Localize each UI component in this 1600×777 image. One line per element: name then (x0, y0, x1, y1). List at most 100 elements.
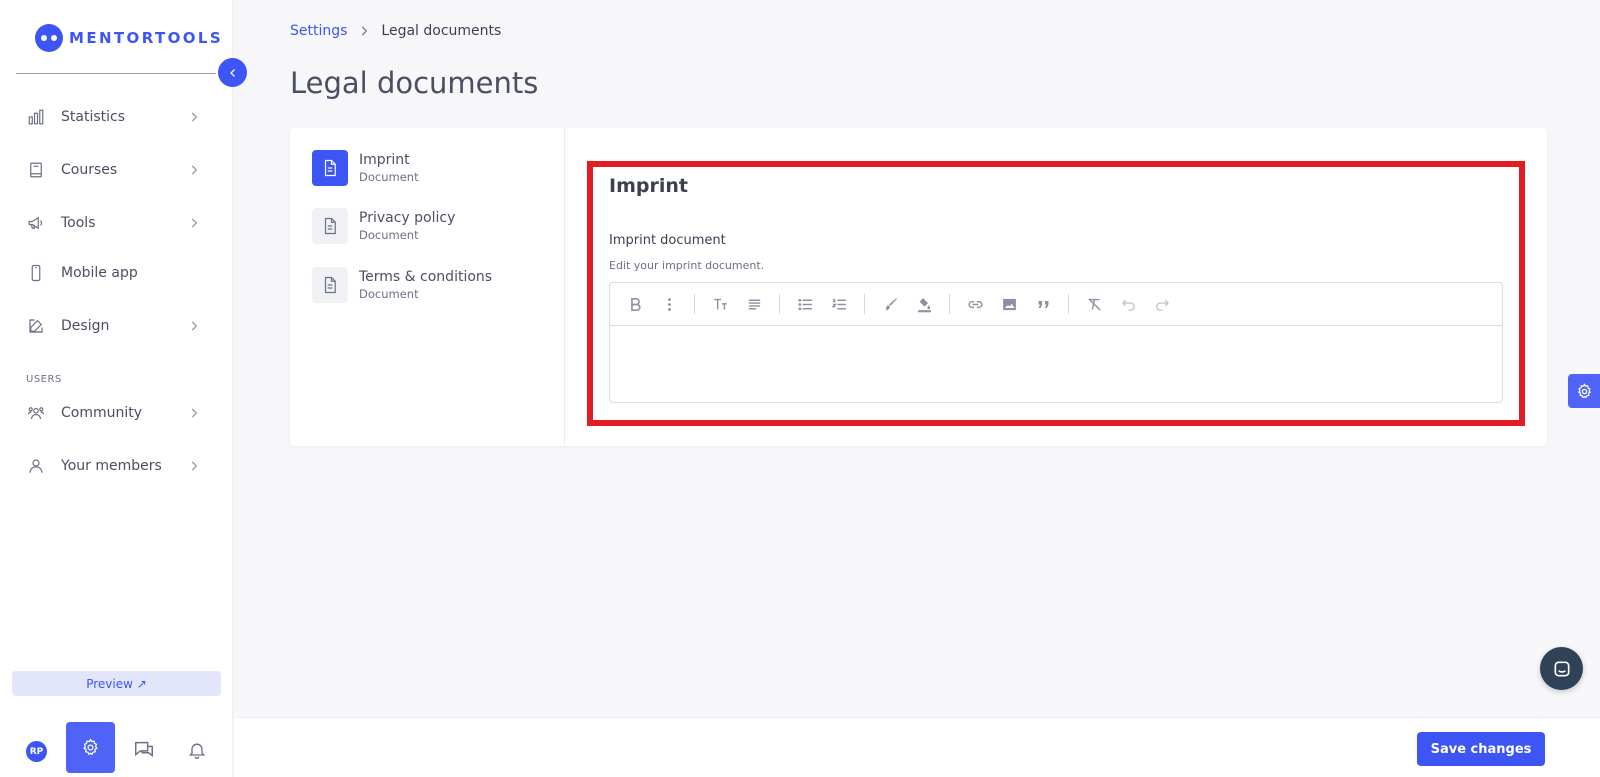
bar-chart-icon (26, 107, 46, 127)
document-name: Privacy policy (359, 210, 456, 226)
logo-mark-icon (35, 24, 63, 52)
document-item-terms-conditions[interactable]: Terms & conditions Document (312, 265, 552, 305)
sidebar-item-courses[interactable]: Courses (0, 150, 233, 190)
logo-divider (16, 73, 216, 74)
sidebar: MENTORTOOLS Statistics Courses Tools Mob… (0, 0, 233, 777)
sidebar-item-tools[interactable]: Tools (0, 203, 233, 243)
editor-title: Imprint (609, 175, 688, 197)
toolbar-divider (779, 294, 780, 314)
document-icon (312, 150, 348, 186)
breadcrumb-settings[interactable]: Settings (290, 23, 347, 39)
numbered-list-button[interactable] (826, 291, 852, 317)
people-icon (26, 403, 46, 423)
bullet-list-icon (797, 298, 812, 310)
book-icon (26, 160, 46, 180)
editor-toolbar (610, 283, 1502, 326)
sidebar-bottom-bar: RP (0, 722, 233, 777)
more-options-button[interactable] (656, 291, 682, 317)
sidebar-item-label: Mobile app (61, 265, 138, 281)
preview-button[interactable]: Preview ↗ (12, 671, 221, 696)
document-list: Imprint Document Privacy policy Document… (290, 128, 565, 446)
brush-icon (885, 297, 897, 310)
quote-button[interactable] (1030, 291, 1056, 317)
document-item-privacy-policy[interactable]: Privacy policy Document (312, 206, 552, 246)
field-help-text: Edit your imprint document. (609, 259, 765, 272)
image-button[interactable] (996, 291, 1022, 317)
undo-button[interactable] (1115, 291, 1141, 317)
phone-icon (26, 263, 46, 283)
redo-button[interactable] (1149, 291, 1175, 317)
breadcrumb-current: Legal documents (381, 23, 502, 39)
gear-icon (83, 738, 98, 756)
fill-color-icon (917, 297, 931, 312)
image-icon (1002, 298, 1016, 310)
sidebar-item-community[interactable]: Community (0, 393, 233, 433)
clear-format-button[interactable] (1081, 291, 1107, 317)
bullet-list-button[interactable] (792, 291, 818, 317)
toolbar-divider (949, 294, 950, 314)
support-chat-button[interactable] (1540, 647, 1583, 690)
collapse-sidebar-button[interactable] (218, 58, 247, 87)
document-type: Document (359, 170, 419, 184)
redo-icon (1155, 299, 1169, 311)
chevron-right-icon (191, 165, 198, 175)
chevron-left-icon (229, 68, 235, 77)
megaphone-icon (26, 213, 46, 233)
sidebar-item-label: Community (61, 405, 143, 421)
document-name: Terms & conditions (359, 269, 493, 285)
toolbar-divider (1068, 294, 1069, 314)
brush-button[interactable] (877, 291, 903, 317)
chat-bubble-icon (1554, 661, 1569, 676)
fill-color-button[interactable] (911, 291, 937, 317)
bold-button[interactable] (622, 291, 648, 317)
document-icon (312, 267, 348, 303)
toolbar-divider (864, 294, 865, 314)
save-changes-button[interactable]: Save changes (1417, 732, 1545, 766)
document-type: Document (359, 228, 419, 242)
align-icon (748, 299, 760, 309)
document-item-imprint[interactable]: Imprint Document (312, 148, 552, 188)
undo-icon (1121, 299, 1135, 311)
sidebar-item-label: Tools (61, 215, 96, 231)
gear-icon (1577, 382, 1591, 398)
font-size-button[interactable] (707, 291, 733, 317)
chevron-right-icon (191, 321, 198, 331)
chevron-right-icon (191, 408, 198, 418)
sidebar-item-design[interactable]: Design (0, 306, 233, 346)
align-button[interactable] (741, 291, 767, 317)
section-label-users: USERS (26, 374, 62, 385)
document-icon (312, 208, 348, 244)
link-button[interactable] (962, 291, 988, 317)
sidebar-item-mobile-app[interactable]: Mobile app (0, 253, 233, 293)
font-size-icon (713, 298, 727, 309)
pencil-square-icon (26, 316, 46, 336)
sidebar-item-label: Courses (61, 162, 118, 178)
chevron-right-icon (362, 26, 368, 36)
link-icon (967, 300, 983, 308)
sidebar-item-statistics[interactable]: Statistics (0, 97, 233, 137)
editor-content-area[interactable] (610, 326, 1502, 402)
bell-icon[interactable] (187, 739, 207, 761)
side-settings-button[interactable] (1568, 374, 1600, 408)
rich-text-editor (609, 282, 1503, 403)
sidebar-item-your-members[interactable]: Your members (0, 446, 233, 486)
sidebar-item-label: Design (61, 318, 110, 334)
more-vertical-icon (667, 297, 671, 311)
bold-icon (630, 297, 641, 311)
chevron-right-icon (191, 112, 198, 122)
field-label: Imprint document (609, 233, 726, 248)
sidebar-item-label: Statistics (61, 109, 125, 125)
sidebar-item-label: Your members (61, 458, 162, 474)
clear-format-icon (1087, 297, 1101, 311)
chevron-right-icon (191, 218, 198, 228)
page-footer: Save changes (234, 717, 1600, 777)
brand-logo[interactable]: MENTORTOOLS (35, 24, 223, 52)
numbered-list-icon (830, 298, 846, 309)
settings-button[interactable] (66, 722, 115, 773)
brand-name: MENTORTOOLS (69, 29, 224, 47)
breadcrumb: Settings Legal documents (290, 23, 501, 39)
avatar[interactable]: RP (26, 741, 47, 762)
chat-icon[interactable] (133, 739, 155, 761)
person-icon (26, 456, 46, 476)
toolbar-divider (694, 294, 695, 314)
